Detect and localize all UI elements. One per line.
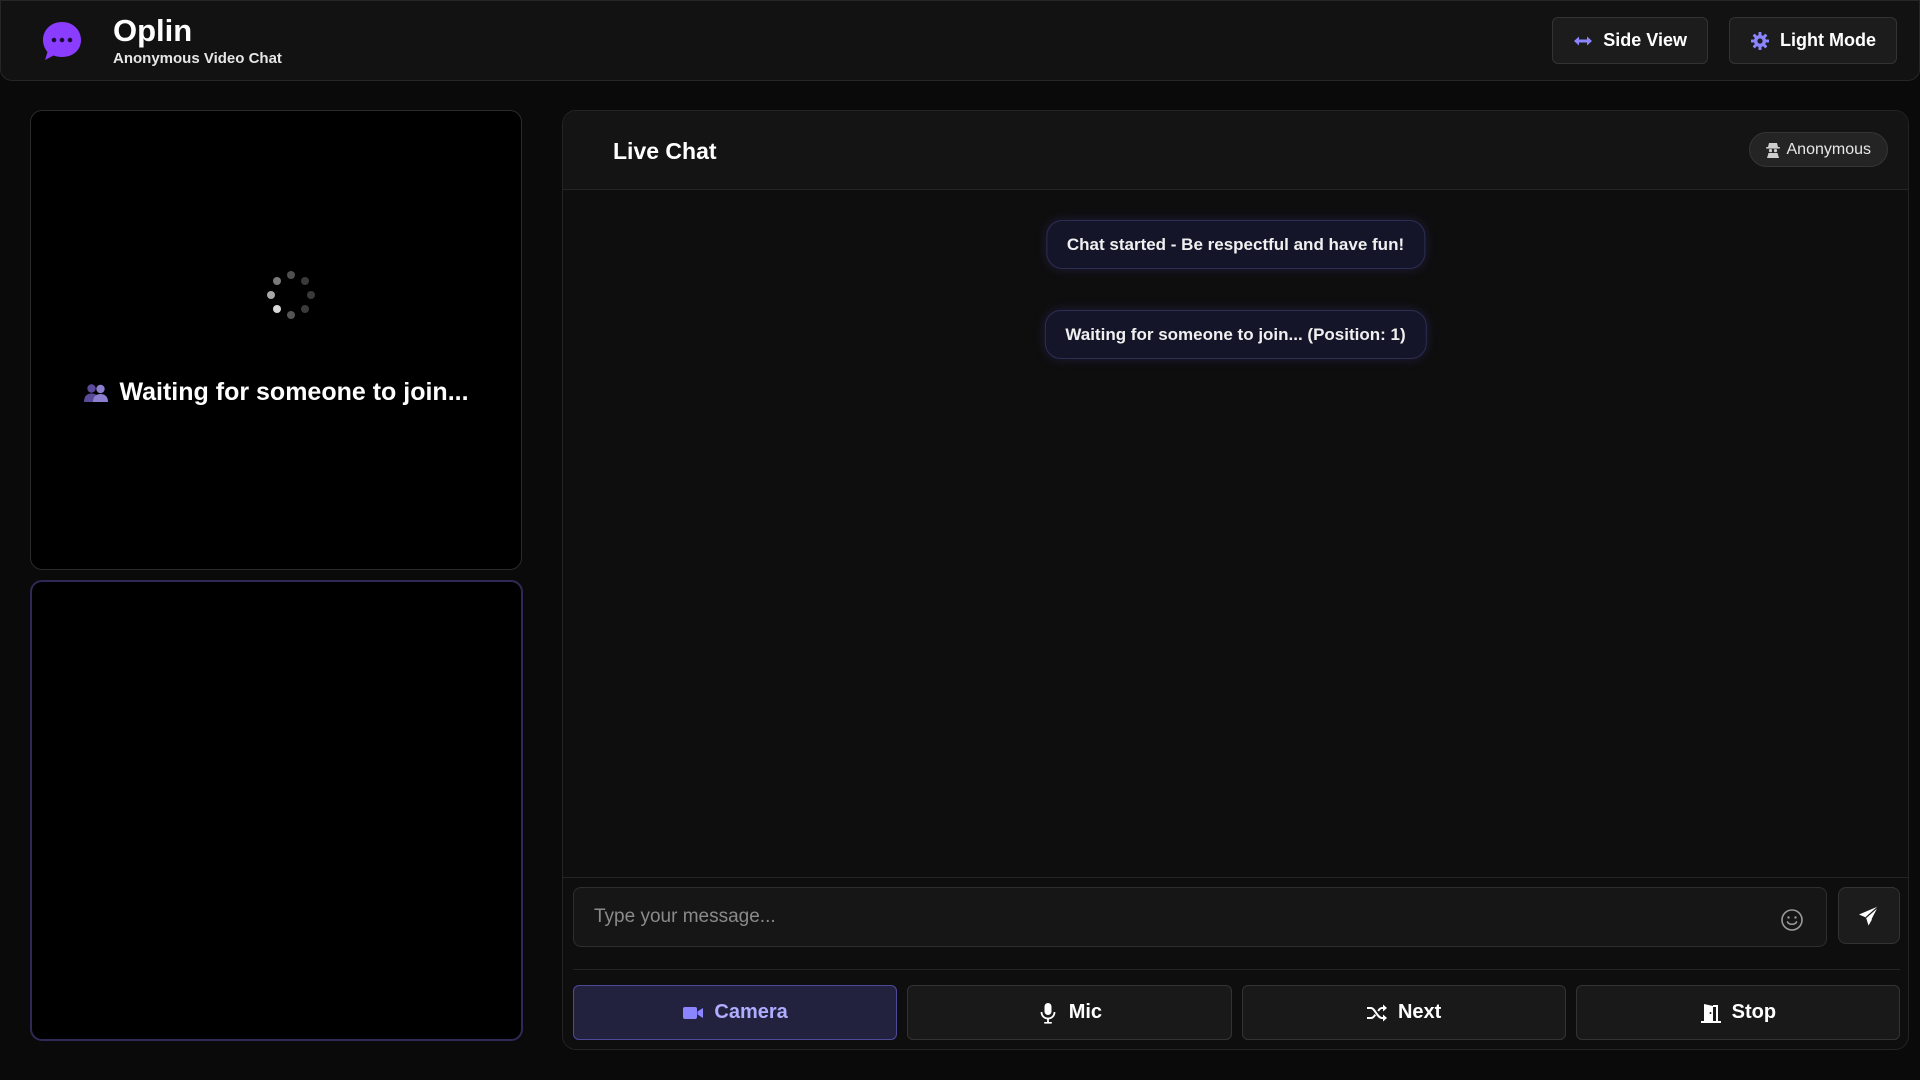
message-input-container	[573, 887, 1827, 947]
waiting-text: Waiting for someone to join...	[119, 378, 469, 406]
brand-text: Oplin Anonymous Video Chat	[113, 15, 282, 66]
shuffle-icon	[1366, 1004, 1387, 1021]
stop-button[interactable]: Stop	[1575, 985, 1900, 1040]
camera-label: Camera	[714, 1001, 788, 1023]
door-exit-icon	[1700, 1003, 1721, 1023]
smiley-icon[interactable]	[1780, 908, 1804, 932]
anonymous-badge-label: Anonymous	[1786, 140, 1872, 158]
side-view-button[interactable]: Side View	[1552, 17, 1709, 64]
chat-bubble-icon	[43, 21, 81, 60]
stop-label: Stop	[1731, 1001, 1777, 1023]
brand: Oplin Anonymous Video Chat	[41, 15, 282, 66]
side-view-label: Side View	[1603, 30, 1688, 50]
chat-divider	[563, 877, 1908, 878]
app-title: Oplin	[113, 13, 193, 48]
users-icon	[84, 383, 109, 402]
mic-label: Mic	[1068, 1001, 1103, 1023]
waiting-status: Waiting for someone to join...	[31, 378, 521, 407]
header-actions: Side View Light Mode	[1552, 17, 1897, 64]
chat-panel: Live Chat Anonymous Chat started - Be re…	[562, 110, 1909, 1050]
camera-button[interactable]: Camera	[573, 985, 898, 1040]
system-message: Waiting for someone to join... (Position…	[1044, 310, 1427, 359]
light-mode-button[interactable]: Light Mode	[1729, 17, 1897, 64]
user-secret-icon	[1765, 142, 1780, 158]
arrows-horizontal-icon	[1574, 36, 1593, 45]
anonymous-badge: Anonymous	[1748, 132, 1888, 167]
remote-video-panel: Waiting for someone to join...	[30, 110, 522, 570]
microphone-icon	[1040, 1002, 1056, 1024]
video-camera-icon	[683, 1006, 704, 1019]
app-subtitle: Anonymous Video Chat	[113, 50, 282, 67]
system-message: Chat started - Be respectful and have fu…	[1045, 220, 1426, 269]
gear-icon	[1751, 31, 1770, 50]
chat-header: Live Chat Anonymous	[563, 111, 1908, 190]
message-input[interactable]	[574, 888, 1826, 946]
next-label: Next	[1397, 1001, 1442, 1023]
local-video-panel	[30, 580, 523, 1041]
app-header: Oplin Anonymous Video Chat Side View Lig…	[0, 0, 1920, 81]
mic-button[interactable]: Mic	[907, 985, 1232, 1040]
call-controls: Camera Mic Next Stop	[573, 985, 1900, 1040]
paper-plane-icon	[1859, 905, 1880, 925]
loading-spinner-icon	[267, 271, 315, 319]
next-button[interactable]: Next	[1241, 985, 1566, 1040]
chat-title: Live Chat	[613, 138, 717, 164]
controls-divider	[573, 969, 1900, 970]
light-mode-label: Light Mode	[1780, 30, 1876, 50]
send-button[interactable]	[1838, 887, 1900, 944]
